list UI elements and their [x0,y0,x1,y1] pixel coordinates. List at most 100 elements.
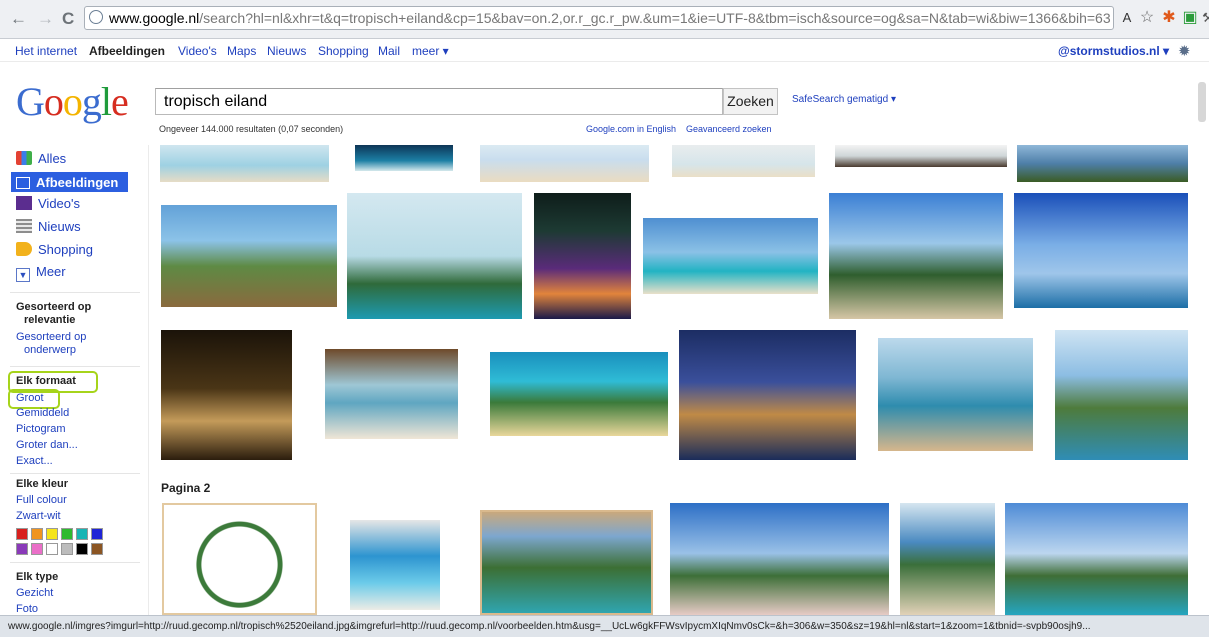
color-swatch[interactable] [31,543,43,555]
size-exact[interactable]: Exact... [16,455,53,467]
color-heading: Elke kleur [16,478,68,490]
image-thumbnail[interactable] [1005,503,1188,615]
color-swatch[interactable] [76,543,88,555]
logo-letter: G [16,79,45,124]
gbar-more[interactable]: meer ▾ [412,44,449,58]
thumbnail-frame [480,510,653,615]
divider [10,292,140,293]
sidebar-item-label: Shopping [38,242,93,257]
color-bw[interactable]: Zwart-wit [16,510,61,522]
gbar-news[interactable]: Nieuws [267,44,306,58]
image-thumbnail[interactable] [672,145,815,177]
image-thumbnail[interactable] [160,145,329,182]
translate-icon[interactable]: A [1117,8,1137,28]
image-thumbnail[interactable] [325,349,458,439]
gbar-mail[interactable]: Mail [378,44,400,58]
gbar-shopping[interactable]: Shopping [318,44,369,58]
image-thumbnail[interactable] [835,145,1007,167]
image-thumbnail[interactable] [829,193,1003,319]
reload-icon[interactable]: C [62,9,74,29]
sort-by-subject-2[interactable]: onderwerp [24,344,76,356]
image-thumbnail[interactable] [1017,145,1188,182]
image-thumbnail[interactable] [679,330,856,460]
account-menu[interactable]: @stormstudios.nl ▾ [1058,44,1169,58]
sidebar-item-news[interactable]: Nieuws [16,219,81,239]
extension-box-icon[interactable]: ▣ [1180,8,1200,28]
sidebar-item-all[interactable]: Alles [16,151,66,171]
safesearch-menu[interactable]: SafeSearch gematigd ▾ [792,94,896,105]
image-thumbnail[interactable] [490,352,668,436]
wrench-icon[interactable]: ⚒ [1198,8,1209,28]
thumbnail-frame [162,503,317,615]
forward-icon[interactable]: → [37,9,54,29]
divider [10,562,140,563]
gbar-web[interactable]: Het internet [15,44,77,58]
logo-text: Google [16,79,129,124]
sidebar-item-shopping[interactable]: Shopping [16,242,93,262]
type-heading: Elk type [16,571,59,583]
size-larger-than[interactable]: Groter dan... [16,439,78,451]
color-swatch[interactable] [16,543,28,555]
color-swatch[interactable] [76,528,88,540]
image-icon [16,177,30,189]
color-full[interactable]: Full colour [16,494,67,506]
advanced-search-link[interactable]: Geavanceerd zoeken [686,124,772,134]
logo-letter: o [43,79,64,124]
sidebar-item-more[interactable]: ▼ Meer [16,264,66,284]
status-bar: www.google.nl/imgres?imgurl=http://ruud.… [0,615,1209,637]
color-swatch[interactable] [61,528,73,540]
url-host: www.google.nl [109,10,200,26]
type-photo[interactable]: Foto [16,603,38,615]
image-thumbnail[interactable] [350,520,440,610]
extension-icon[interactable]: ✱ [1159,8,1179,28]
search-button[interactable]: Zoeken [723,88,778,115]
image-thumbnail[interactable] [900,503,995,615]
image-thumbnail[interactable] [670,503,889,615]
back-icon[interactable]: ← [10,9,27,29]
image-thumbnail[interactable] [878,338,1033,451]
gbar-videos[interactable]: Video's [178,44,217,58]
logo-letter: o [62,79,83,124]
image-thumbnail[interactable] [1055,330,1188,460]
color-swatch[interactable] [46,543,58,555]
gbar-maps[interactable]: Maps [227,44,256,58]
search-input[interactable] [155,88,723,115]
image-thumbnail[interactable] [161,205,337,307]
image-thumbnail[interactable] [161,330,292,460]
sidebar-item-images[interactable]: Afbeeldingen [11,172,128,192]
size-heading: Elk formaat [16,375,76,387]
color-swatch[interactable] [61,543,73,555]
image-thumbnail[interactable] [643,218,818,294]
color-swatch[interactable] [91,528,103,540]
sort-heading: Gesorteerd op [16,301,92,313]
color-swatch[interactable] [46,528,58,540]
size-icon[interactable]: Pictogram [16,423,66,435]
url-path: /search?hl=nl&xhr=t&q=tropisch+eiland&cp… [199,10,1111,26]
sidebar-item-label: Alles [38,151,67,166]
image-thumbnail[interactable] [347,193,522,319]
color-swatch[interactable] [91,543,103,555]
size-medium[interactable]: Gemiddeld [16,407,69,419]
color-swatch[interactable] [31,528,43,540]
gbar-images[interactable]: Afbeeldingen [89,44,165,58]
color-swatch[interactable] [16,528,28,540]
scrollbar[interactable] [1198,82,1206,122]
sort-by-subject[interactable]: Gesorteerd op [16,331,86,343]
type-face[interactable]: Gezicht [16,587,53,599]
sort-heading-2: relevantie [24,314,76,326]
size-large[interactable]: Groot [16,392,44,404]
english-link[interactable]: Google.com in English [586,124,676,134]
sidebar: Alles Afbeeldingen Video's Nieuws Shoppi… [0,145,149,615]
image-thumbnail[interactable] [534,193,631,319]
image-thumbnail[interactable] [355,145,453,171]
star-icon[interactable]: ☆ [1137,8,1157,28]
google-logo[interactable]: Google [16,78,129,125]
address-bar[interactable]: www.google.nl/search?hl=nl&xhr=t&q=tropi… [84,6,1114,30]
sidebar-item-videos[interactable]: Video's [16,196,80,216]
logo-letter: e [111,79,129,124]
result-stats: Ongeveer 144.000 resultaten (0,07 second… [159,124,344,134]
all-icon [16,151,32,165]
image-thumbnail[interactable] [1014,193,1188,308]
gear-icon[interactable]: ✹ [1178,42,1191,60]
image-thumbnail[interactable] [480,145,649,182]
